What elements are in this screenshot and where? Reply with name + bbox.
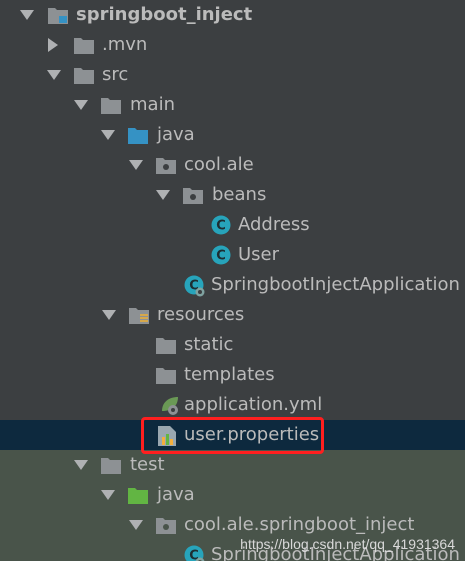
tree-node-label: .mvn — [102, 34, 148, 55]
folder-icon — [74, 36, 94, 54]
package-icon — [156, 156, 176, 174]
package-icon — [183, 186, 203, 204]
tree-node-static[interactable]: static — [0, 330, 465, 360]
folder-icon — [101, 96, 121, 114]
tree-node-project-root[interactable]: springboot_inject — [0, 0, 465, 30]
chevron-down-icon[interactable] — [20, 10, 34, 20]
tree-node-java[interactable]: java — [0, 120, 465, 150]
package-icon — [156, 516, 176, 534]
chevron-down-icon[interactable] — [102, 310, 116, 320]
watermark-text: https://blog.csdn.net/qq_41931364 — [240, 536, 455, 552]
folder-icon — [156, 336, 176, 354]
tree-node-label: main — [130, 94, 175, 115]
tree-node-main[interactable]: main — [0, 90, 465, 120]
tree-node-src[interactable]: src — [0, 60, 465, 90]
resources-folder-icon — [129, 306, 149, 324]
folder-icon — [101, 456, 121, 474]
tree-node-label: Address — [238, 214, 310, 235]
svg-text:C: C — [216, 219, 226, 234]
tree-node-label: cool.ale — [184, 154, 254, 175]
tree-node-label: application.yml — [184, 394, 323, 415]
tree-node-label: beans — [212, 184, 267, 205]
chevron-down-icon[interactable] — [74, 100, 88, 110]
chevron-down-icon[interactable] — [74, 460, 88, 470]
project-folder-icon — [48, 6, 68, 24]
chevron-down-icon[interactable] — [101, 490, 115, 500]
chevron-right-icon[interactable] — [48, 38, 58, 52]
tree-node-mvn[interactable]: .mvn — [0, 30, 465, 60]
class-icon: C — [211, 245, 231, 265]
tree-node-application-yml[interactable]: application.yml — [0, 390, 465, 420]
class-icon: C — [211, 215, 231, 235]
spring-boot-class-icon: C — [184, 545, 205, 561]
tree-node-label: cool.ale.springboot_inject — [184, 514, 415, 535]
tree-node-label: templates — [184, 364, 275, 385]
tree-node-user[interactable]: C User — [0, 240, 465, 270]
tree-node-label: User — [238, 244, 280, 265]
tree-node-label: SpringbootInjectApplication — [211, 274, 460, 295]
tree-node-address[interactable]: C Address — [0, 210, 465, 240]
chevron-down-icon[interactable] — [47, 70, 61, 80]
spring-boot-class-icon: C — [184, 275, 205, 297]
folder-icon — [74, 66, 94, 84]
tree-node-springboot-application[interactable]: C SpringbootInjectApplication — [0, 270, 465, 300]
source-folder-icon — [128, 126, 148, 144]
tree-node-label: test — [130, 454, 165, 475]
project-tree[interactable]: springboot_inject .mvn src main java coo… — [0, 0, 465, 561]
tree-node-label: java — [157, 124, 195, 145]
chevron-down-icon[interactable] — [101, 130, 115, 140]
chevron-down-icon[interactable] — [129, 520, 143, 530]
tree-node-label: src — [102, 64, 129, 85]
spring-config-icon — [159, 394, 179, 415]
highlight-box — [141, 417, 324, 454]
tree-node-label: resources — [157, 304, 245, 325]
svg-text:C: C — [216, 249, 226, 264]
folder-icon — [156, 366, 176, 384]
tree-node-templates[interactable]: templates — [0, 360, 465, 390]
tree-node-test[interactable]: test — [0, 450, 465, 480]
tree-node-label: static — [184, 334, 234, 355]
chevron-down-icon[interactable] — [156, 190, 170, 200]
tree-node-test-java[interactable]: java — [0, 480, 465, 510]
chevron-down-icon[interactable] — [129, 160, 143, 170]
tree-node-beans[interactable]: beans — [0, 180, 465, 210]
tree-node-label: springboot_inject — [76, 4, 253, 25]
tree-node-cool-ale[interactable]: cool.ale — [0, 150, 465, 180]
test-source-folder-icon — [128, 486, 148, 504]
tree-node-resources[interactable]: resources — [0, 300, 465, 330]
tree-node-label: java — [157, 484, 195, 505]
